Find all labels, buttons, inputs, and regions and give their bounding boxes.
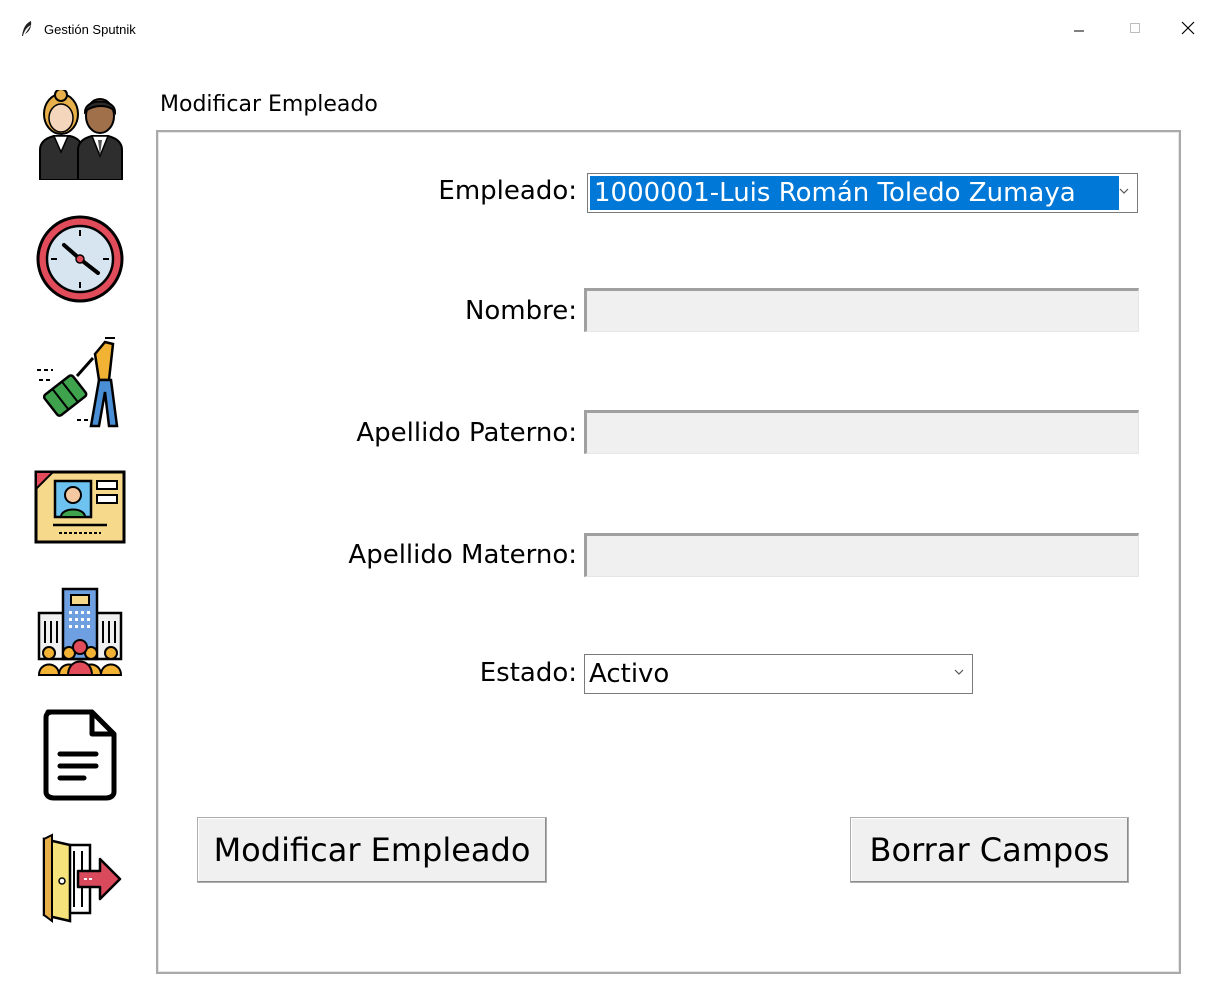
employee-combobox[interactable]: 1000001-Luis Román Toledo Zumaya: [587, 173, 1138, 213]
sidebar-item-employees[interactable]: [31, 88, 129, 182]
title-bar: Gestión Sputnik: [0, 0, 1217, 60]
exit-door-icon: [42, 833, 122, 923]
clock-icon: [36, 215, 124, 303]
minimize-icon: [1074, 30, 1084, 32]
sidebar-item-reports[interactable]: [31, 708, 129, 802]
sidebar-item-exit[interactable]: [31, 832, 129, 926]
group-title: Modificar Empleado: [160, 92, 378, 117]
close-icon: [1181, 21, 1195, 35]
employees-icon: [39, 90, 123, 180]
feather-app-icon: [22, 21, 32, 36]
clear-fields-button[interactable]: Borrar Campos: [850, 817, 1129, 883]
estado-combobox-value: Activo: [589, 659, 670, 689]
close-button[interactable]: [1165, 12, 1211, 44]
window-title: Gestión Sputnik: [44, 22, 136, 37]
apellido-paterno-label: Apellido Paterno:: [356, 418, 577, 448]
sidebar-item-company[interactable]: [31, 584, 129, 678]
estado-label: Estado:: [479, 658, 577, 688]
document-icon: [43, 709, 117, 801]
estado-combobox[interactable]: Activo: [584, 654, 973, 694]
nombre-label: Nombre:: [464, 296, 577, 326]
sidebar-item-id-cards[interactable]: [31, 460, 129, 554]
maximize-icon: [1130, 23, 1140, 33]
modify-employee-button[interactable]: Modificar Empleado: [197, 817, 547, 883]
company-building-icon: [37, 587, 123, 676]
apellido-paterno-input[interactable]: [584, 410, 1139, 454]
chevron-down-icon: [954, 669, 964, 675]
apellido-materno-label: Apellido Materno:: [348, 540, 577, 570]
id-card-icon: [34, 470, 126, 544]
minimize-button[interactable]: [1056, 12, 1102, 44]
sidebar-item-vacations[interactable]: [31, 336, 129, 430]
sidebar-item-attendance[interactable]: [31, 212, 129, 306]
travel-icon: [37, 337, 119, 428]
chevron-down-icon: [1119, 188, 1129, 194]
apellido-materno-input[interactable]: [584, 533, 1139, 577]
nombre-input[interactable]: [584, 288, 1139, 332]
employee-label: Empleado:: [438, 176, 577, 206]
employee-combobox-value: 1000001-Luis Román Toledo Zumaya: [590, 176, 1119, 210]
maximize-button[interactable]: [1112, 12, 1158, 44]
